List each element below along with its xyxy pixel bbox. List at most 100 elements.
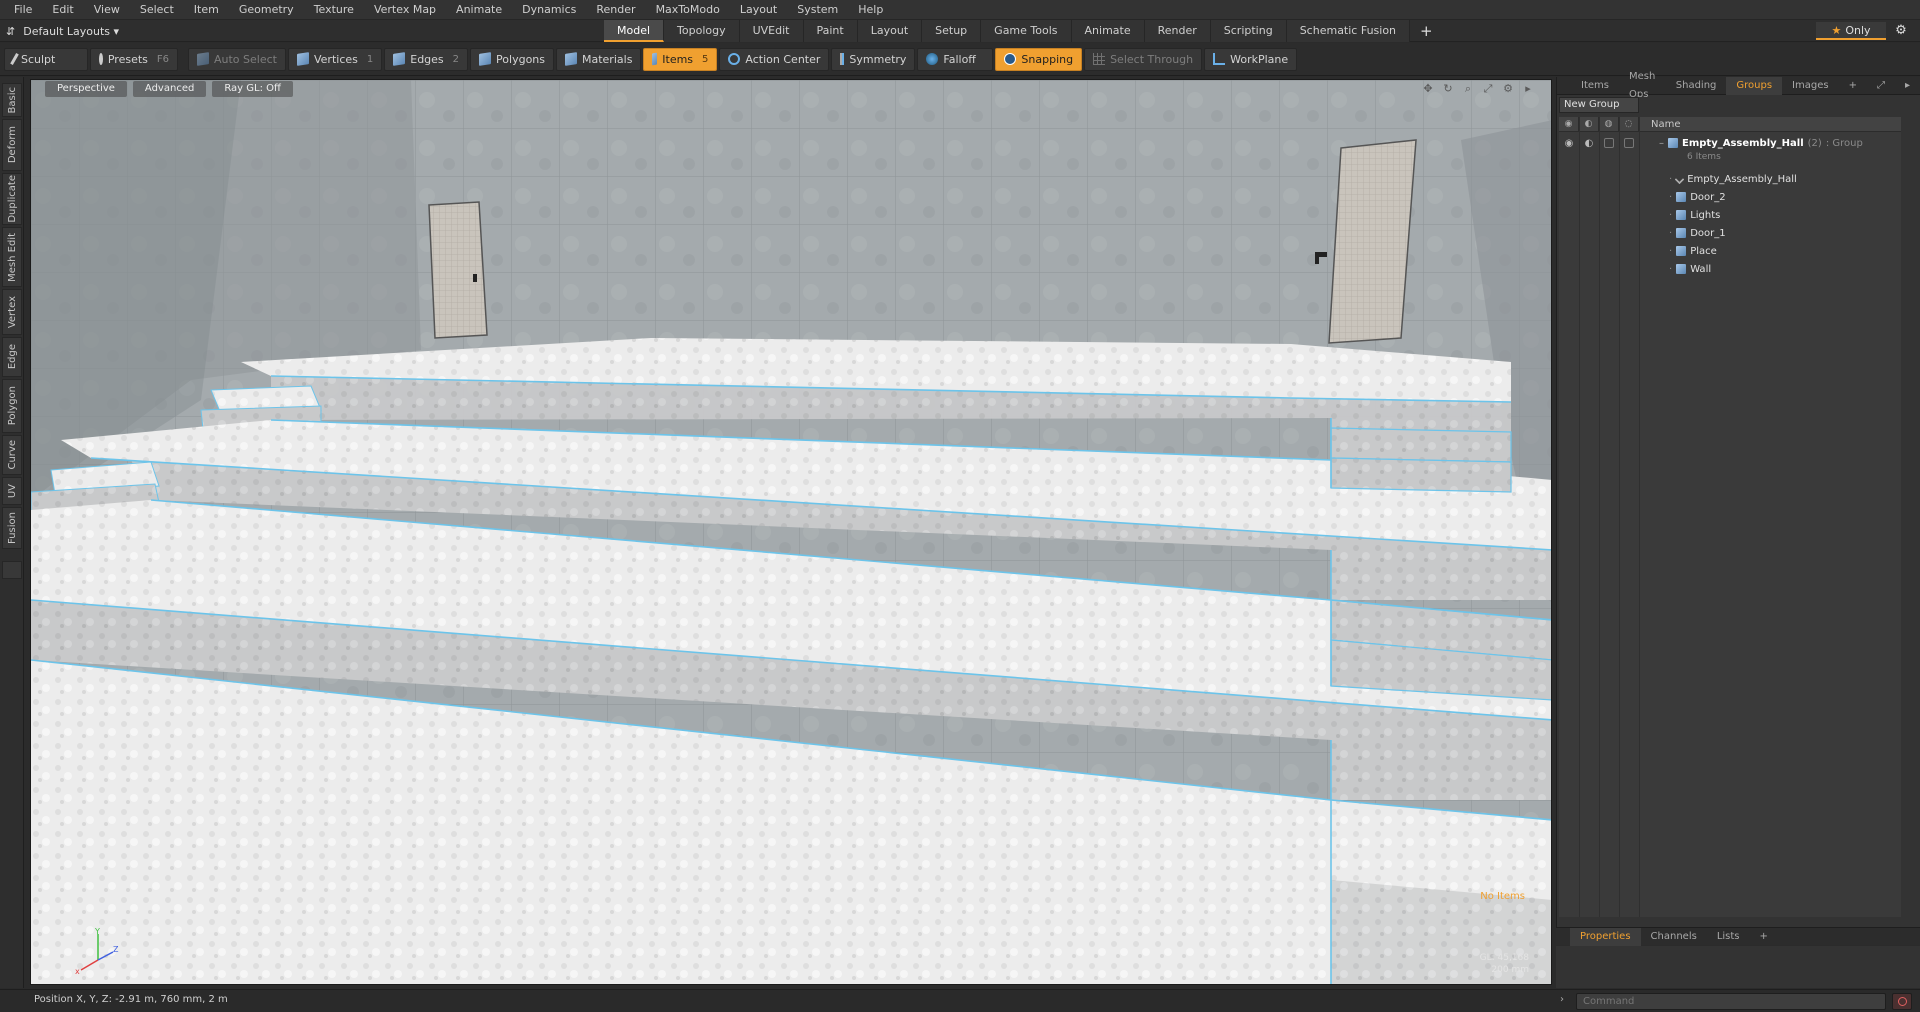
left-tab-label: Fusion [6, 512, 18, 544]
group-child-row[interactable]: · Lights [1559, 206, 1901, 224]
group-child-row[interactable]: · Door_1 [1559, 224, 1901, 242]
layout-selector[interactable]: ⇵ Default Layouts ▾ [6, 20, 119, 42]
left-tab-basic[interactable]: Basic [2, 83, 22, 117]
right-tab-images[interactable]: Images [1782, 77, 1839, 95]
menu-texture[interactable]: Texture [304, 0, 364, 20]
tab-setup[interactable]: Setup [922, 20, 982, 42]
menu-layout[interactable]: Layout [730, 0, 787, 20]
menu-system[interactable]: System [787, 0, 848, 20]
bottom-tab-properties[interactable]: Properties [1570, 927, 1641, 946]
left-tab-duplicate[interactable]: Duplicate [2, 173, 22, 225]
gear-icon[interactable]: ⚙ [1892, 22, 1910, 40]
left-tab-uv[interactable]: UV [2, 477, 22, 505]
workplane-button[interactable]: WorkPlane [1204, 47, 1298, 71]
tab-paint[interactable]: Paint [803, 20, 858, 42]
menu-file[interactable]: File [4, 0, 42, 20]
raygl-toggle[interactable]: Ray GL: Off [212, 81, 293, 97]
auto-select-button[interactable]: Auto Select [188, 47, 286, 71]
tab-scripting[interactable]: Scripting [1210, 20, 1287, 42]
menu-animate[interactable]: Animate [446, 0, 512, 20]
group-child-row[interactable]: · Place [1559, 242, 1901, 260]
polygons-button[interactable]: Polygons [470, 47, 554, 71]
presets-button[interactable]: Presets F6 [90, 47, 178, 71]
3d-viewport[interactable]: Perspective Advanced Ray GL: Off ✥ ↻ ⌕ ⤢… [30, 79, 1552, 985]
menu-render[interactable]: Render [586, 0, 645, 20]
bottom-tab-lists[interactable]: Lists [1707, 928, 1750, 946]
tab-layout[interactable]: Layout [857, 20, 923, 42]
new-group-button[interactable]: New Group [1559, 97, 1639, 113]
sculpt-button[interactable]: Sculpt [4, 47, 88, 71]
menu-view[interactable]: View [84, 0, 130, 20]
vertices-button[interactable]: Vertices 1 [287, 47, 383, 71]
menu-select[interactable]: Select [130, 0, 184, 20]
command-input[interactable] [1576, 993, 1886, 1010]
tab-render[interactable]: Render [1144, 20, 1211, 42]
right-tab-items[interactable]: Items [1571, 77, 1619, 95]
symmetry-button[interactable]: Symmetry [831, 47, 916, 71]
menu-edit[interactable]: Edit [42, 0, 83, 20]
menu-maxtomodo[interactable]: MaxToModo [646, 0, 730, 20]
group-lock-checkbox[interactable] [1604, 138, 1614, 148]
move-view-icon[interactable]: ✥ [1421, 82, 1435, 96]
snapping-button[interactable]: Snapping [995, 47, 1083, 71]
menu-dynamics[interactable]: Dynamics [512, 0, 586, 20]
group-row[interactable]: ◉ ◐ – Empty_Assembly_Hall (2) : Group [1559, 134, 1901, 152]
menu-geometry[interactable]: Geometry [229, 0, 304, 20]
viewport-expand-icon[interactable]: ▸ [1521, 82, 1535, 96]
group-select-checkbox[interactable] [1624, 138, 1634, 148]
add-bottom-tab-icon[interactable]: + [1750, 928, 1778, 946]
falloff-button[interactable]: Falloff [917, 47, 994, 71]
panel-arrow-icon[interactable]: ▸ [1895, 77, 1920, 95]
viewport-header: Perspective Advanced Ray GL: Off [45, 81, 293, 97]
group-visibility-icon[interactable]: ◉ [1565, 138, 1574, 149]
select-col-icon[interactable]: ◌ [1619, 116, 1639, 132]
tab-game-tools[interactable]: Game Tools [981, 20, 1072, 42]
left-tab-edge[interactable]: Edge [2, 337, 22, 377]
zoom-view-icon[interactable]: ⌕ [1461, 82, 1475, 96]
layout-collapse-icon[interactable]: ⇵ [6, 25, 15, 38]
command-history-icon[interactable]: › [1560, 994, 1564, 1005]
lock-col-icon[interactable]: ◍ [1599, 116, 1619, 132]
bottom-tab-channels[interactable]: Channels [1641, 928, 1707, 946]
view-mode-dropdown[interactable]: Perspective [45, 81, 127, 97]
group-child-row[interactable]: · Empty_Assembly_Hall [1559, 170, 1901, 188]
right-tab-groups[interactable]: Groups [1726, 76, 1783, 95]
right-tab-shading[interactable]: Shading [1666, 77, 1727, 95]
render-col-icon[interactable]: ◐ [1579, 116, 1599, 132]
visibility-col-icon[interactable]: ◉ [1559, 116, 1579, 132]
group-collapse-icon[interactable]: – [1659, 138, 1664, 149]
edges-button[interactable]: Edges 2 [384, 47, 469, 71]
add-panel-tab-icon[interactable]: + [1839, 77, 1867, 95]
tab-model[interactable]: Model [604, 20, 665, 42]
menu-item[interactable]: Item [184, 0, 229, 20]
left-tab-curve[interactable]: Curve [2, 435, 22, 475]
materials-button[interactable]: Materials [556, 47, 642, 71]
left-tab-deform[interactable]: Deform [2, 119, 22, 171]
shading-dropdown[interactable]: Advanced [132, 81, 207, 97]
left-tab-fusion[interactable]: Fusion [2, 507, 22, 549]
tab-schematic-fusion[interactable]: Schematic Fusion [1286, 20, 1411, 42]
items-button[interactable]: Items 5 [643, 47, 718, 71]
tab-uvedit[interactable]: UVEdit [739, 20, 804, 42]
left-tab-mesh-edit[interactable]: Mesh Edit [2, 227, 22, 287]
panel-expand-icon[interactable]: ⤢ [1867, 77, 1895, 95]
left-tabs-extra-button[interactable] [2, 561, 22, 579]
command-execute-button[interactable] [1892, 993, 1912, 1010]
tab-topology[interactable]: Topology [664, 20, 740, 42]
left-tab-vertex[interactable]: Vertex [2, 289, 22, 335]
viewport-settings-icon[interactable]: ⚙ [1501, 82, 1515, 96]
tab-animate[interactable]: Animate [1071, 20, 1145, 42]
select-through-button[interactable]: Select Through [1084, 47, 1203, 71]
menu-vertex-map[interactable]: Vertex Map [364, 0, 446, 20]
left-tab-polygon[interactable]: Polygon [2, 379, 22, 433]
fit-view-icon[interactable]: ⤢ [1481, 82, 1495, 96]
group-child-row[interactable]: · Wall [1559, 260, 1901, 278]
group-child-row[interactable]: · Door_2 [1559, 188, 1901, 206]
add-tab-icon[interactable]: + [1410, 20, 1443, 42]
menu-help[interactable]: Help [848, 0, 893, 20]
action-center-button[interactable]: Action Center [719, 47, 830, 71]
group-render-icon[interactable]: ◐ [1585, 138, 1594, 149]
only-toggle[interactable]: ★ Only [1816, 22, 1886, 40]
layout-selector-label[interactable]: Default Layouts ▾ [23, 25, 119, 38]
rotate-view-icon[interactable]: ↻ [1441, 82, 1455, 96]
